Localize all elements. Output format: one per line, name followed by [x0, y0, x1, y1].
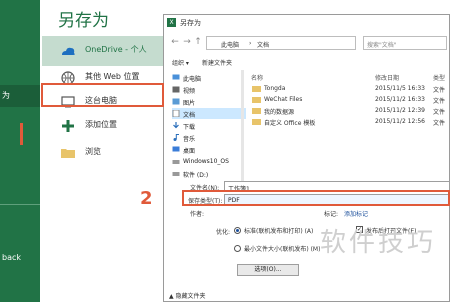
- folder-icon: [252, 97, 261, 103]
- folder-icon: [252, 119, 261, 125]
- forward-arrow-icon[interactable]: →: [182, 37, 192, 48]
- tree-label: 下载: [183, 124, 196, 131]
- file-row[interactable]: Tongda 2015/11/5 16:33 文件: [247, 84, 450, 94]
- breadcrumb-separator: ›: [249, 40, 252, 47]
- excel-icon: X: [167, 18, 176, 27]
- author-label: 作者:: [190, 211, 205, 218]
- file-name: 我的数据源: [264, 109, 295, 116]
- location-label: OneDrive - 个人: [85, 45, 147, 54]
- option-minimum-label: 最小文件大小(联机发布) (M): [244, 246, 321, 253]
- desktop-icon: [172, 146, 180, 152]
- location-add[interactable]: 添加位置: [42, 111, 164, 141]
- tree-item-drive-c[interactable]: Windows10_OS: [172, 156, 246, 167]
- new-folder-button[interactable]: 新建文件夹: [202, 58, 232, 67]
- tree-item-this-pc[interactable]: 此电脑: [172, 72, 246, 83]
- column-date[interactable]: 修改日期: [375, 73, 399, 82]
- tree-item-videos[interactable]: 视频: [172, 84, 246, 95]
- tree-item-music[interactable]: 音乐: [172, 132, 246, 143]
- tree-item-downloads[interactable]: 下载: [172, 120, 246, 131]
- dialog-title: 另存为: [180, 19, 201, 27]
- tree-label: 音乐: [183, 136, 196, 143]
- tree-label: 文档: [183, 112, 196, 119]
- file-date: 2015/11/5 16:33: [375, 85, 425, 92]
- tree-label: 桌面: [183, 148, 196, 155]
- file-date: 2015/11/2 12:56: [375, 118, 425, 125]
- file-name: 自定义 Office 模板: [264, 120, 316, 127]
- tree-item-drive-d[interactable]: 软件 (D:): [172, 168, 246, 179]
- video-icon: [172, 86, 180, 93]
- file-row[interactable]: 我的数据源 2015/11/2 12:39 文件: [247, 106, 450, 116]
- folder-icon: [252, 108, 261, 114]
- rail-item-label: 为: [2, 91, 10, 100]
- navigation-tree: 此电脑 视频 图片 文档 下载 音乐 桌面 Windows10_OS 软件 (D…: [166, 72, 246, 190]
- file-type: 文件: [433, 120, 446, 127]
- file-type: 文件: [433, 98, 446, 105]
- file-date: 2015/11/2 16:33: [375, 96, 425, 103]
- file-row[interactable]: WeChat Files 2015/11/2 16:33 文件: [247, 95, 450, 105]
- drive-icon: [172, 172, 180, 176]
- location-label: 浏览: [85, 147, 101, 156]
- hide-folders-label: 隐藏文件夹: [175, 293, 206, 300]
- command-bar: 组织 ▾ 新建文件夹: [164, 55, 449, 69]
- onedrive-icon: [62, 47, 75, 55]
- file-name: WeChat Files: [264, 96, 303, 103]
- tags-label: 标记:: [324, 211, 339, 218]
- radio-standard[interactable]: [234, 227, 241, 234]
- column-type[interactable]: 类型: [433, 73, 445, 82]
- tree-label: 此电脑: [183, 76, 202, 83]
- options-button[interactable]: 选项(O)...: [237, 264, 299, 276]
- watermark: 软件技巧: [320, 228, 437, 258]
- rail-divider: [0, 204, 40, 205]
- annotation-mark-2: 2: [140, 188, 153, 209]
- page-title: 另存为: [58, 11, 109, 31]
- file-date: 2015/11/2 12:39: [375, 107, 425, 114]
- back-arrow-icon[interactable]: ←: [170, 37, 180, 48]
- tree-label: 软件 (D:): [183, 172, 209, 179]
- music-icon: [173, 134, 179, 141]
- location-onedrive[interactable]: OneDrive - 个人: [42, 36, 164, 66]
- picture-icon: [172, 98, 180, 105]
- tree-label: Windows10_OS: [183, 158, 229, 165]
- optimize-label: 优化:: [216, 229, 231, 236]
- highlight-this-pc: [41, 83, 164, 107]
- tags-input[interactable]: 添加标记: [344, 209, 368, 218]
- tree-item-documents[interactable]: 文档: [172, 108, 246, 119]
- tree-label: 视频: [183, 88, 196, 95]
- location-browse[interactable]: 浏览: [42, 138, 164, 168]
- file-row[interactable]: 自定义 Office 模板 2015/11/2 12:56 文件: [247, 117, 450, 127]
- document-icon: [172, 110, 180, 117]
- download-icon: [173, 122, 179, 129]
- file-type: 文件: [433, 109, 446, 116]
- breadcrumb-this-pc[interactable]: 此电脑: [221, 40, 239, 49]
- up-arrow-icon[interactable]: ↑: [193, 37, 203, 48]
- dialog-titlebar: X 另存为: [164, 15, 449, 30]
- option-standard-label: 标准(联机发布和打印) (A): [244, 228, 314, 235]
- computer-icon: [172, 74, 180, 80]
- tree-item-desktop[interactable]: 桌面: [172, 144, 246, 155]
- address-bar[interactable]: 此电脑 › 文档: [206, 36, 356, 50]
- search-input[interactable]: 搜索"文档": [363, 36, 447, 50]
- annotation-mark-1: [20, 123, 23, 145]
- file-list-header: 名称 修改日期 类型: [247, 71, 450, 83]
- tree-label: 图片: [183, 100, 196, 107]
- tree-scrollbar[interactable]: [241, 70, 244, 190]
- tree-item-pictures[interactable]: 图片: [172, 96, 246, 107]
- organize-button[interactable]: 组织 ▾: [172, 58, 189, 67]
- highlight-savetype: [182, 190, 450, 206]
- location-label: 添加位置: [85, 120, 117, 129]
- drive-icon: [172, 160, 180, 164]
- hide-folders-toggle[interactable]: ▲ 隐藏文件夹: [169, 291, 206, 300]
- rail-item-feedback[interactable]: back: [0, 253, 40, 262]
- breadcrumb-documents[interactable]: 文档: [257, 40, 269, 49]
- location-label: 其他 Web 位置: [85, 72, 140, 81]
- file-type: 文件: [433, 87, 446, 94]
- column-name[interactable]: 名称: [251, 73, 263, 82]
- plus-icon: [62, 120, 74, 132]
- folder-icon: [61, 149, 75, 158]
- folder-icon: [252, 86, 261, 92]
- file-name: Tongda: [264, 85, 286, 92]
- radio-minimum[interactable]: [234, 245, 241, 252]
- navigation-bar: ← → ↑ 此电脑 › 文档 搜索"文档": [164, 32, 449, 54]
